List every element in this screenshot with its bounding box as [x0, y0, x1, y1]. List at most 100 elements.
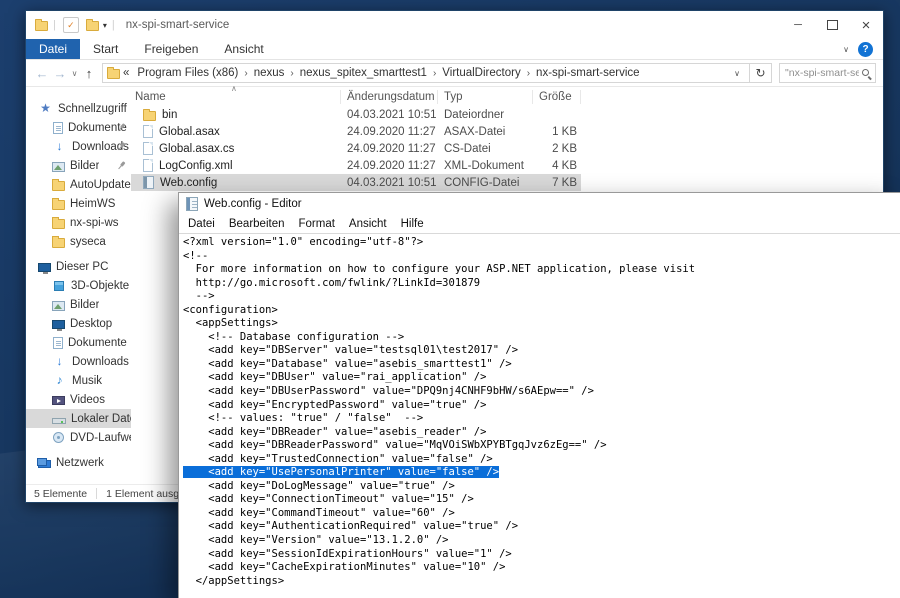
file-row-global-asax[interactable]: Global.asax24.09.2020 11:27ASAX-Datei1 K…: [131, 123, 581, 140]
up-button[interactable]: ↑: [80, 66, 98, 81]
editor-line-text: <add key="DBReader" value="asebis_reader…: [183, 426, 486, 438]
sidebar-item-downloads[interactable]: ↓Downloads: [26, 352, 131, 371]
recent-locations-dropdown-icon[interactable]: ∨: [69, 69, 80, 78]
editor-text[interactable]: <?xml version="1.0" encoding="utf-8"?><!…: [179, 234, 900, 598]
sidebar-item-dokumente[interactable]: Dokumente: [26, 333, 131, 352]
editor-menu-datei[interactable]: Datei: [181, 218, 222, 230]
sidebar-item-netzwerk[interactable]: Netzwerk: [26, 453, 131, 472]
editor-menu-format[interactable]: Format: [291, 218, 341, 230]
editor-line: <add key="DBServer" value="testsql01\tes…: [183, 344, 900, 358]
sidebar-item-bilder[interactable]: Bilder: [26, 295, 131, 314]
ribbon-tab-start[interactable]: Start: [80, 39, 131, 59]
sidebar-item-videos[interactable]: Videos: [26, 390, 131, 409]
sidebar-item-musik[interactable]: ♪Musik: [26, 371, 131, 390]
editor-line: <!-- values: "true" / "false" -->: [183, 412, 900, 426]
sidebar-item-schnellzugriff[interactable]: ★Schnellzugriff: [26, 99, 131, 118]
column-header-typ[interactable]: Typ: [438, 90, 533, 104]
editor-menu-ansicht[interactable]: Ansicht: [342, 218, 394, 230]
qat-dropdown-icon[interactable]: ▾: [103, 21, 107, 30]
search-input[interactable]: [783, 66, 861, 80]
help-icon[interactable]: ?: [858, 42, 873, 57]
file-row-bin[interactable]: bin04.03.2021 10:51Dateiordner: [131, 106, 581, 123]
breadcrumb-segment-nexus[interactable]: nexus: [249, 67, 290, 79]
close-button[interactable]: ×: [849, 11, 883, 39]
ribbon-tab-freigeben[interactable]: Freigeben: [131, 39, 211, 59]
file-row-web-config[interactable]: Web.config04.03.2021 10:51CONFIG-Datei7 …: [131, 174, 581, 191]
sidebar-item-3d-objekte[interactable]: 3D-Objekte: [26, 276, 131, 295]
address-bar[interactable]: «Program Files (x86)›nexus›nexus_spitex_…: [102, 63, 750, 83]
editor-line: <add key="DBReaderPassword" value="MqVOi…: [183, 439, 900, 453]
refresh-icon[interactable]: ↻: [750, 63, 772, 83]
minimize-button[interactable]: ─: [781, 11, 815, 39]
breadcrumb: «Program Files (x86)›nexus›nexus_spitex_…: [120, 67, 729, 79]
file-name-label: Global.asax.cs: [159, 143, 234, 155]
sidebar-item-dvd-laufwerk-d-s[interactable]: DVD-Laufwerk (D:) S: [26, 428, 131, 447]
breadcrumb-segment-program-files-x86[interactable]: Program Files (x86): [132, 67, 243, 79]
file-icon: [143, 142, 153, 155]
maximize-button[interactable]: [815, 11, 849, 39]
editor-line: <configuration>: [183, 304, 900, 318]
ribbon-tab-ansicht[interactable]: Ansicht: [211, 39, 276, 59]
editor-line: <add key="SessionIdExpirationHours" valu…: [183, 548, 900, 562]
sidebar-item-dieser-pc[interactable]: Dieser PC: [26, 257, 131, 276]
sidebar-item-dokumente[interactable]: Dokumente: [26, 118, 131, 137]
sidebar-item-downloads[interactable]: ↓Downloads: [26, 137, 131, 156]
ribbon-expand-icon[interactable]: ∨: [843, 45, 849, 54]
sidebar-item-bilder[interactable]: Bilder: [26, 156, 131, 175]
folder-icon: [52, 238, 65, 248]
sidebar-item-desktop[interactable]: Desktop: [26, 314, 131, 333]
breadcrumb-segment-nexus-spitex-smarttest1[interactable]: nexus_spitex_smarttest1: [295, 67, 432, 79]
window-title: nx-spi-smart-service: [126, 19, 230, 31]
editor-menu-bearbeiten[interactable]: Bearbeiten: [222, 218, 292, 230]
sidebar: ★SchnellzugriffDokumente↓DownloadsBilder…: [26, 87, 131, 484]
file-icon: [143, 159, 153, 172]
search-box: [779, 63, 876, 83]
desktop: | ✓ ▾ | nx-spi-smart-service ─ × DateiSt…: [0, 0, 900, 598]
sidebar-item-lokaler-datentr-ger[interactable]: Lokaler Datenträger: [26, 409, 131, 428]
quick-access-folder-icon[interactable]: [86, 21, 99, 31]
cube-icon: [54, 281, 64, 291]
editor-line: <add key="Version" value="13.1.2.0" />: [183, 534, 900, 548]
file-name-label: bin: [162, 109, 177, 121]
search-icon[interactable]: [861, 68, 872, 79]
file-row-logconfig-xml[interactable]: LogConfig.xml24.09.2020 11:27XML-Dokumen…: [131, 157, 581, 174]
editor-line-text: <appSettings>: [183, 317, 278, 329]
file-row-global-asax-cs[interactable]: Global.asax.cs24.09.2020 11:27CS-Datei2 …: [131, 140, 581, 157]
back-button[interactable]: ←: [33, 66, 51, 81]
breadcrumb-segment-nx-spi-smart-service[interactable]: nx-spi-smart-service: [531, 67, 645, 79]
forward-button[interactable]: →: [51, 66, 69, 81]
column-header-nderungsdatum[interactable]: Änderungsdatum: [341, 90, 438, 104]
sidebar-item-heimws[interactable]: HeimWS: [26, 194, 131, 213]
sidebar-item-autoupdater[interactable]: AutoUpdater: [26, 175, 131, 194]
file-modified-cell: 04.03.2021 10:51: [341, 109, 438, 121]
quick-access-check-icon[interactable]: ✓: [63, 17, 79, 33]
address-dropdown-icon[interactable]: ∨: [729, 69, 745, 78]
file-type-cell: ASAX-Datei: [438, 126, 533, 138]
sidebar-item-label: DVD-Laufwerk (D:) S: [70, 432, 131, 444]
file-name-label: Global.asax: [159, 126, 220, 138]
editor-line-text: <add key="CommandTimeout" value="60" />: [183, 507, 455, 519]
titlebar-separator: |: [53, 19, 56, 31]
file-size-cell: 4 KB: [533, 160, 581, 172]
editor-line: <add key="CommandTimeout" value="60" />: [183, 507, 900, 521]
sidebar-item-syseca[interactable]: syseca: [26, 232, 131, 251]
status-items-count: 5 Elemente: [34, 488, 87, 500]
sidebar-item-label: Dieser PC: [56, 261, 108, 273]
editor-line-text: <add key="DBReaderPassword" value="MqVOi…: [183, 439, 607, 451]
editor-menu-hilfe[interactable]: Hilfe: [394, 218, 431, 230]
editor-line: <add key="EncryptedPassword" value="true…: [183, 399, 900, 413]
column-header-gr-e[interactable]: Größe: [533, 90, 581, 104]
editor-line: <add key="DBReader" value="asebis_reader…: [183, 426, 900, 440]
ribbon-tab-datei[interactable]: Datei: [26, 39, 80, 59]
editor-line: <!--: [183, 250, 900, 264]
computer-icon: [38, 263, 51, 272]
editor-line: <?xml version="1.0" encoding="utf-8"?>: [183, 236, 900, 250]
editor-line-text: <add key="DBUser" value="rai_application…: [183, 371, 486, 383]
breadcrumb-segment-virtualdirectory[interactable]: VirtualDirectory: [437, 67, 525, 79]
sidebar-item-nx-spi-ws[interactable]: nx-spi-ws: [26, 213, 131, 232]
pin-icon: [115, 159, 128, 172]
sidebar-item-label: Bilder: [70, 299, 99, 311]
breadcrumb-overflow-icon[interactable]: «: [120, 67, 132, 79]
document-icon: [53, 337, 63, 349]
file-icon: [143, 125, 153, 138]
